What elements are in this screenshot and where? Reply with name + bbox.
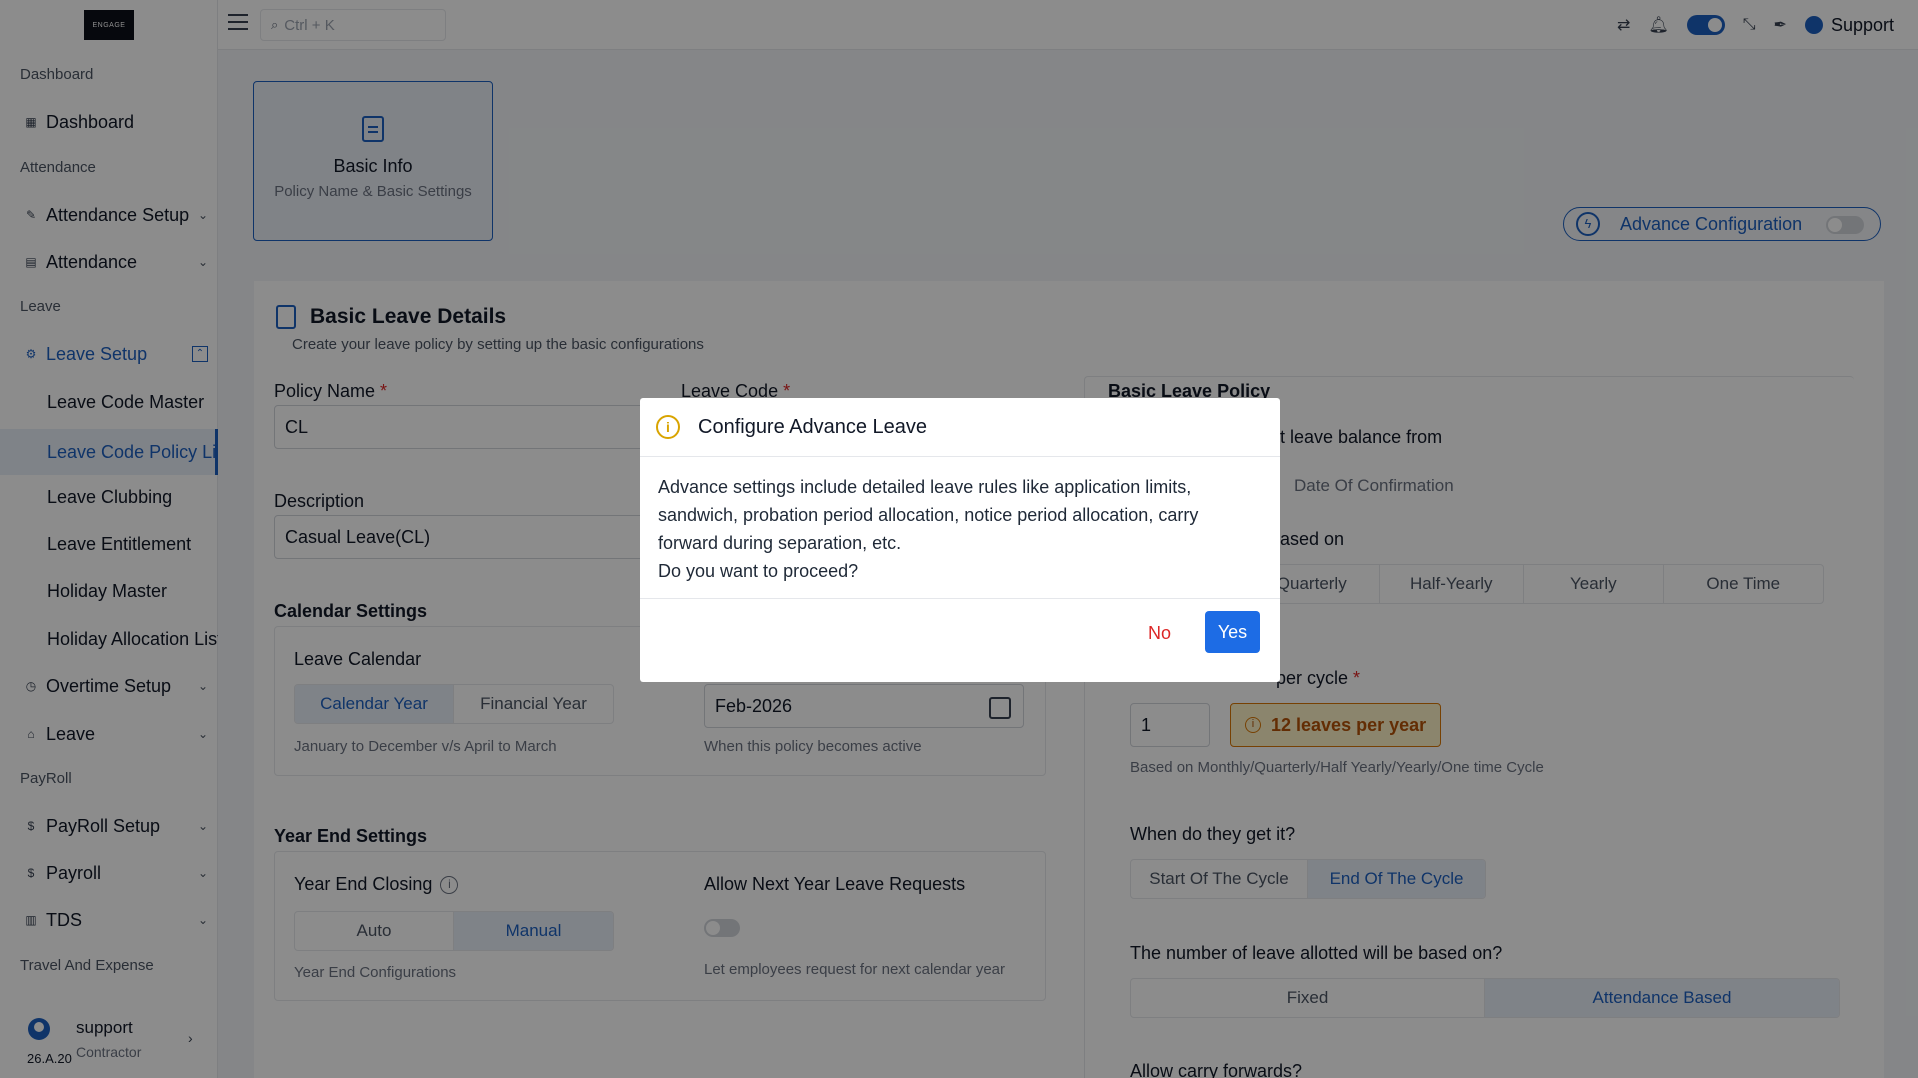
info-icon: i — [656, 415, 680, 439]
modal-question: Do you want to proceed? — [658, 561, 859, 581]
modal-footer: No Yes — [640, 599, 1280, 681]
yes-button[interactable]: Yes — [1205, 611, 1260, 653]
modal-title: Configure Advance Leave — [698, 415, 928, 438]
no-button[interactable]: No — [1148, 623, 1171, 644]
modal-backdrop[interactable]: i Configure Advance Leave Advance settin… — [0, 0, 1918, 1078]
configure-advance-leave-dialog: i Configure Advance Leave Advance settin… — [640, 398, 1280, 682]
modal-header: i Configure Advance Leave — [640, 398, 1280, 457]
modal-message: Advance settings include detailed leave … — [658, 477, 1199, 553]
modal-body: Advance settings include detailed leave … — [640, 457, 1280, 599]
